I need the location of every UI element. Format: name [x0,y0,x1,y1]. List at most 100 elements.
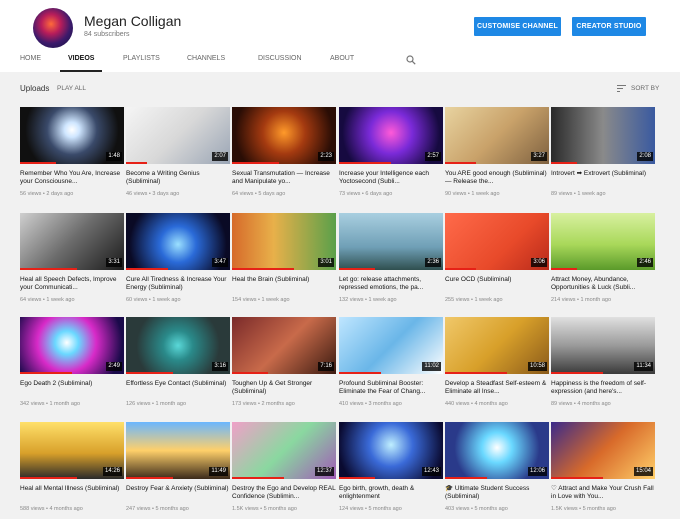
video-card[interactable]: 2:08 Introvert ➡ Extrovert (Subliminal) 89… [551,107,655,207]
tab-videos[interactable]: VIDEOS [59,52,104,72]
video-card[interactable]: 3:06 Cure OCD (Subliminal) 255 views • 1 w… [445,213,549,313]
video-title[interactable]: Sexual Transmutation — Increase and Mani… [232,170,336,186]
video-thumbnail[interactable]: 12:06 [445,422,549,479]
video-title[interactable]: Destroy the Ego and Develop REAL Confide… [232,485,336,501]
channel-name[interactable]: Megan Colligan [84,13,181,29]
video-card[interactable]: 3:31 Heal all Speech Defects, Improve you… [20,213,124,313]
video-card[interactable]: 15:04 ♡ Attract and Make Your Crush Fall … [551,422,655,519]
video-age: 4 months ago [49,506,83,512]
video-thumbnail[interactable]: 3:06 [445,213,549,270]
video-card[interactable]: 2:07 Become a Writing Genius (Subliminal)… [126,107,230,207]
video-title[interactable]: Ego Death 2 (Subliminal) [20,380,124,388]
video-duration: 1:48 [106,152,122,161]
uploads-label[interactable]: Uploads [20,84,49,93]
video-card[interactable]: 11:02 Profound Subliminal Booster: Elimin… [339,317,443,417]
video-card[interactable]: 12:43 Ego birth, growth, death & enlighte… [339,422,443,519]
video-title[interactable]: Cure OCD (Subliminal) [445,276,549,284]
video-card[interactable]: 3:47 Cure All Tiredness & Increase Your E… [126,213,230,313]
video-thumbnail[interactable]: 1:48 [20,107,124,164]
video-card[interactable]: 3:01 Heal the Brain (Subliminal) 154 views… [232,213,336,313]
video-title[interactable]: Let go: release attachments, repressed e… [339,276,443,292]
video-thumbnail[interactable]: 2:49 [20,317,124,374]
watch-progress-bar [20,162,57,164]
video-thumbnail[interactable]: 14:26 [20,422,124,479]
video-title[interactable]: You ARE good enough (Subliminal) — Relea… [445,170,549,186]
video-title[interactable]: 🎓 Ultimate Student Success (Subliminal) [445,485,549,501]
video-thumbnail[interactable]: 2:57 [339,107,443,164]
sort-by-button[interactable]: SORT BY [631,85,659,92]
video-thumbnail[interactable]: 15:04 [551,422,655,479]
video-card[interactable]: 2:36 Let go: release attachments, repress… [339,213,443,313]
video-thumbnail[interactable]: 2:07 [126,107,230,164]
video-duration: 2:49 [106,362,122,371]
video-card[interactable]: 12:06 🎓 Ultimate Student Success (Sublimi… [445,422,549,519]
video-meta: 410 views • 3 months ago [339,401,443,407]
uploads-bar: Uploads PLAY ALL SORT BY [0,78,680,100]
video-title[interactable]: ♡ Attract and Make Your Crush Fall in Lo… [551,485,655,501]
video-thumbnail[interactable]: 11:02 [339,317,443,374]
tab-playlists[interactable]: PLAYLISTS [123,52,160,72]
video-card[interactable]: 11:49 Destroy Fear & Anxiety (Subliminal)… [126,422,230,519]
video-card[interactable]: 3:27 You ARE good enough (Subliminal) — R… [445,107,549,207]
video-thumbnail[interactable]: 11:34 [551,317,655,374]
tab-about[interactable]: ABOUT [330,52,354,72]
video-title[interactable]: Increase your Intelligence each Yoctosec… [339,170,443,186]
video-card[interactable]: 1:48 Remember Who You Are, Increase your … [20,107,124,207]
video-title[interactable]: Heal all Mental Illness (Subliminal) [20,485,124,493]
video-age: 1 month ago [580,297,612,303]
video-meta: 154 views • 1 week ago [232,297,336,303]
sort-icon[interactable] [617,85,626,92]
video-thumbnail[interactable]: 2:08 [551,107,655,164]
video-thumbnail[interactable]: 2:36 [339,213,443,270]
video-title[interactable]: Heal all Speech Defects, Improve your Co… [20,276,124,292]
video-thumbnail[interactable]: 7:16 [232,317,336,374]
video-thumbnail[interactable]: 12:43 [339,422,443,479]
video-thumbnail[interactable]: 3:27 [445,107,549,164]
video-title[interactable]: Become a Writing Genius (Subliminal) [126,170,230,186]
video-thumbnail[interactable]: 2:46 [551,213,655,270]
video-card[interactable]: 3:16 Effortless Eye Contact (Subliminal) 1… [126,317,230,417]
tab-home[interactable]: HOME [20,52,41,72]
video-card[interactable]: 2:46 Attract Money, Abundance, Opportunit… [551,213,655,313]
video-card[interactable]: 10:58 Develop a Steadfast Self-esteem & E… [445,317,549,417]
tab-channels[interactable]: CHANNELS [187,52,225,72]
avatar[interactable] [33,8,73,48]
video-title[interactable]: Toughen Up & Get Stronger (Subliminal) [232,380,336,396]
video-thumbnail[interactable]: 3:31 [20,213,124,270]
video-thumbnail[interactable]: 10:58 [445,317,549,374]
video-title[interactable]: Happiness is the freedom of self-express… [551,380,655,396]
video-age: 4 months ago [577,401,611,407]
video-views: 403 views [445,506,470,512]
video-thumbnail[interactable]: 3:01 [232,213,336,270]
creator-studio-button[interactable]: CREATOR STUDIO [572,17,646,36]
video-card[interactable]: 2:57 Increase your Intelligence each Yoct… [339,107,443,207]
video-thumbnail[interactable]: 12:37 [232,422,336,479]
video-card[interactable]: 2:23 Sexual Transmutation — Increase and … [232,107,336,207]
video-title[interactable]: Cure All Tiredness & Increase Your Energ… [126,276,230,292]
video-title[interactable]: Destroy Fear & Anxiety (Subliminal) [126,485,230,493]
video-card[interactable]: 11:34 Happiness is the freedom of self-ex… [551,317,655,417]
search-icon[interactable] [406,55,416,65]
video-title[interactable]: Effortless Eye Contact (Subliminal) [126,380,230,388]
video-meta: 588 views • 4 months ago [20,506,124,512]
video-card[interactable]: 14:26 Heal all Mental Illness (Subliminal… [20,422,124,519]
video-duration: 7:16 [318,362,334,371]
video-thumbnail[interactable]: 3:47 [126,213,230,270]
play-all-link[interactable]: PLAY ALL [57,85,86,92]
video-card[interactable]: 7:16 Toughen Up & Get Stronger (Sublimina… [232,317,336,417]
video-thumbnail[interactable]: 2:23 [232,107,336,164]
video-title[interactable]: Ego birth, growth, death & enlightenment [339,485,443,501]
customise-channel-button[interactable]: CUSTOMISE CHANNEL [474,17,561,36]
video-title[interactable]: Profound Subliminal Booster: Eliminate t… [339,380,443,396]
video-meta: 440 views • 4 months ago [445,401,549,407]
video-card[interactable]: 2:49 Ego Death 2 (Subliminal) 342 views • … [20,317,124,417]
video-thumbnail[interactable]: 3:16 [126,317,230,374]
video-title[interactable]: Develop a Steadfast Self-esteem & Elimin… [445,380,549,396]
video-title[interactable]: Heal the Brain (Subliminal) [232,276,336,284]
video-thumbnail[interactable]: 11:49 [126,422,230,479]
tab-discussion[interactable]: DISCUSSION [258,52,302,72]
video-title[interactable]: Remember Who You Are, Increase your Cons… [20,170,124,186]
video-title[interactable]: Introvert ➡ Extrovert (Subliminal) [551,170,655,178]
video-title[interactable]: Attract Money, Abundance, Opportunities … [551,276,655,292]
video-card[interactable]: 12:37 Destroy the Ego and Develop REAL Co… [232,422,336,519]
